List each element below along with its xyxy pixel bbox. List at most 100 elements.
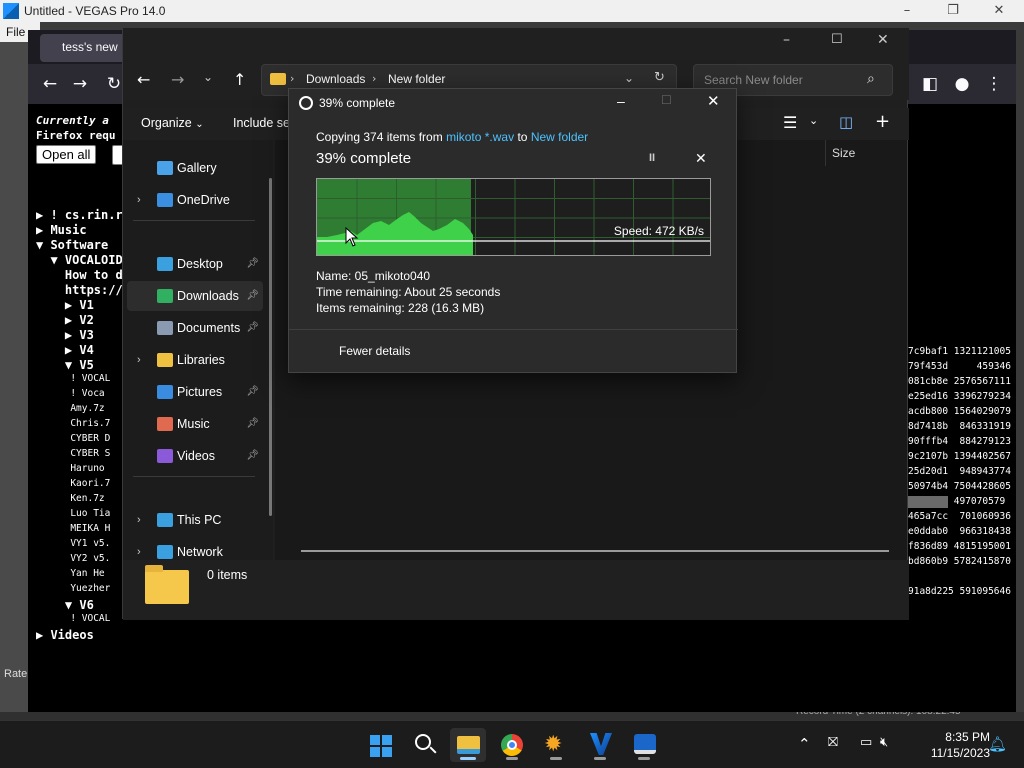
taskbar-clock[interactable]: 8:35 PM 11/15/2023 xyxy=(931,729,990,761)
firefox-sidebar-icon[interactable]: ◧ xyxy=(920,74,940,94)
organize-button[interactable]: Organize ⌄ xyxy=(141,116,204,130)
pin-icon: 📌︎ xyxy=(246,290,259,301)
new-tab-plus-icon[interactable]: + xyxy=(875,111,890,132)
address-dropdown-icon[interactable]: ⌄ xyxy=(624,71,634,85)
firefox-reload-icon[interactable]: ↻ xyxy=(104,74,124,94)
open-all-button[interactable]: Open all xyxy=(36,145,97,164)
nav-item-desktop[interactable]: Desktop 📌︎ xyxy=(127,249,263,279)
tree-item[interactable]: Luo Tia xyxy=(36,508,110,519)
back-arrow-icon[interactable]: ← xyxy=(137,70,150,89)
nav-item-this-pc[interactable]: › This PC xyxy=(127,505,263,535)
nav-item-downloads[interactable]: Downloads 📌︎ xyxy=(127,281,263,311)
tree-item[interactable]: VY2 v5. xyxy=(36,553,110,564)
tree-item[interactable]: ▶ V1 xyxy=(36,298,94,312)
sync-app-taskbar-button[interactable] xyxy=(626,728,662,762)
breadcrumb-downloads[interactable]: Downloads xyxy=(306,72,365,86)
tree-item[interactable]: ! Voca xyxy=(36,388,104,399)
tree-item[interactable]: https:// xyxy=(36,283,123,297)
tree-item[interactable]: ! VOCAL xyxy=(36,613,110,624)
cancel-copy-icon[interactable]: ✕ xyxy=(695,150,707,167)
breadcrumb-new-folder[interactable]: New folder xyxy=(388,72,445,86)
forward-arrow-icon[interactable]: → xyxy=(171,70,184,89)
dialog-close-button[interactable]: ✕ xyxy=(707,92,720,110)
chrome-taskbar-button[interactable] xyxy=(494,728,530,762)
nav-item-label: Desktop xyxy=(177,257,223,271)
pause-icon[interactable]: II xyxy=(649,152,655,164)
start-button[interactable] xyxy=(362,728,398,762)
explorer-maximize-button[interactable]: ☐ xyxy=(831,32,843,47)
tree-item[interactable]: ▶ V4 xyxy=(36,343,94,357)
tree-item[interactable]: ▶ Music xyxy=(36,223,87,237)
expand-chevron-icon[interactable]: › xyxy=(137,185,141,215)
notification-bell-icon[interactable]: 🔔︎ xyxy=(988,735,1007,753)
size-column-header[interactable]: Size xyxy=(825,140,905,166)
file-name-line: Name: 05_mikoto040 xyxy=(316,269,431,283)
details-pane-icon[interactable]: ◫ xyxy=(839,113,853,131)
view-chevron-icon[interactable]: ⌄ xyxy=(809,114,818,127)
tray-overflow-icon[interactable]: ⌃ xyxy=(798,735,811,753)
expand-chevron-icon[interactable]: › xyxy=(137,345,141,375)
network-icon xyxy=(157,545,173,559)
tree-item[interactable]: ▼ V6 xyxy=(36,598,94,612)
expand-chevron-icon[interactable]: › xyxy=(137,505,141,535)
explorer-close-button[interactable]: ✕ xyxy=(877,32,889,48)
nav-item-documents[interactable]: Documents 📌︎ xyxy=(127,313,263,343)
vegas-minimize-button[interactable]: – xyxy=(884,0,930,22)
firefox-back-icon[interactable]: ← xyxy=(40,74,60,94)
nav-item-music[interactable]: Music 📌︎ xyxy=(127,409,263,439)
tree-item[interactable]: Chris.7 xyxy=(36,418,110,429)
nav-item-videos[interactable]: Videos 📌︎ xyxy=(127,441,263,471)
explorer-minimize-button[interactable]: – xyxy=(783,32,790,48)
tree-item[interactable]: Yuezher xyxy=(36,583,110,594)
tree-item[interactable]: CYBER S xyxy=(36,448,110,459)
vegas-close-button[interactable]: ✕ xyxy=(976,0,1022,22)
item-count: 0 items xyxy=(207,568,248,582)
destination-link[interactable]: New folder xyxy=(531,130,588,144)
vegas-maximize-button[interactable]: ❐ xyxy=(930,0,976,22)
tree-item[interactable]: ▶ Videos xyxy=(36,628,94,642)
onedrive-icon xyxy=(157,193,173,207)
fewer-details-button[interactable]: Fewer details xyxy=(339,344,410,358)
navigation-scrollbar[interactable] xyxy=(269,178,272,516)
view-list-icon[interactable]: ☰ xyxy=(783,113,797,132)
tree-item[interactable]: Kaori.7 xyxy=(36,478,110,489)
display-icon[interactable]: ▭ xyxy=(860,735,872,750)
nav-item-libraries[interactable]: › Libraries xyxy=(127,345,263,375)
up-arrow-icon[interactable]: ↑ xyxy=(233,70,246,89)
tree-item[interactable]: ▶ ! cs.rin.ru xyxy=(36,208,130,222)
refresh-icon[interactable]: ↻ xyxy=(654,70,665,85)
hash-row: 7c9baf1 1321121005 xyxy=(908,346,1011,357)
tree-item[interactable]: How to d xyxy=(36,268,123,282)
source-link[interactable]: mikoto *.wav xyxy=(446,130,514,144)
nav-item-pictures[interactable]: Pictures 📌︎ xyxy=(127,377,263,407)
firefox-forward-icon[interactable]: → xyxy=(70,74,90,94)
tree-item[interactable]: VY1 v5. xyxy=(36,538,110,549)
nav-item-gallery[interactable]: Gallery xyxy=(127,153,263,183)
tree-item[interactable]: Haruno xyxy=(36,463,104,474)
firefox-account-icon[interactable]: ● xyxy=(952,74,972,94)
tree-item[interactable]: Yan He xyxy=(36,568,104,579)
tree-item[interactable]: ! VOCAL xyxy=(36,373,110,384)
tree-item[interactable]: ▶ V2 xyxy=(36,313,94,327)
network-off-icon[interactable]: ⛝ xyxy=(828,735,838,750)
tree-item[interactable]: CYBER D xyxy=(36,433,110,444)
tree-item[interactable]: ▼ VOCALOID xyxy=(36,253,122,267)
firefox-menu-icon[interactable]: ⋮ xyxy=(984,74,1004,94)
vocaloid-taskbar-button[interactable] xyxy=(582,728,618,762)
search-taskbar-button[interactable] xyxy=(406,728,442,762)
tree-item[interactable]: ▼ V5 xyxy=(36,358,94,372)
tree-item[interactable]: Ken.7z xyxy=(36,493,104,504)
recent-chevron-icon[interactable]: ⌄ xyxy=(203,70,213,84)
horizontal-scrollbar[interactable] xyxy=(301,550,889,552)
vegas-taskbar-button[interactable]: ✹ xyxy=(538,728,574,762)
file-explorer-taskbar-button[interactable] xyxy=(450,728,486,762)
dialog-minimize-button[interactable]: – xyxy=(617,93,625,109)
tree-item[interactable]: MEIKA H xyxy=(36,523,110,534)
tree-item[interactable]: ▶ V3 xyxy=(36,328,94,342)
tree-item[interactable]: ▼ Software xyxy=(36,238,108,252)
dialog-titlebar: 39% complete – ☐ ✕ xyxy=(289,89,738,117)
nav-item-onedrive[interactable]: › OneDrive xyxy=(127,185,263,215)
volume-muted-icon[interactable]: 🔇︎ xyxy=(880,735,888,750)
tree-item[interactable]: Amy.7z xyxy=(36,403,104,414)
include-in-library-button[interactable]: Include sel xyxy=(233,116,293,130)
